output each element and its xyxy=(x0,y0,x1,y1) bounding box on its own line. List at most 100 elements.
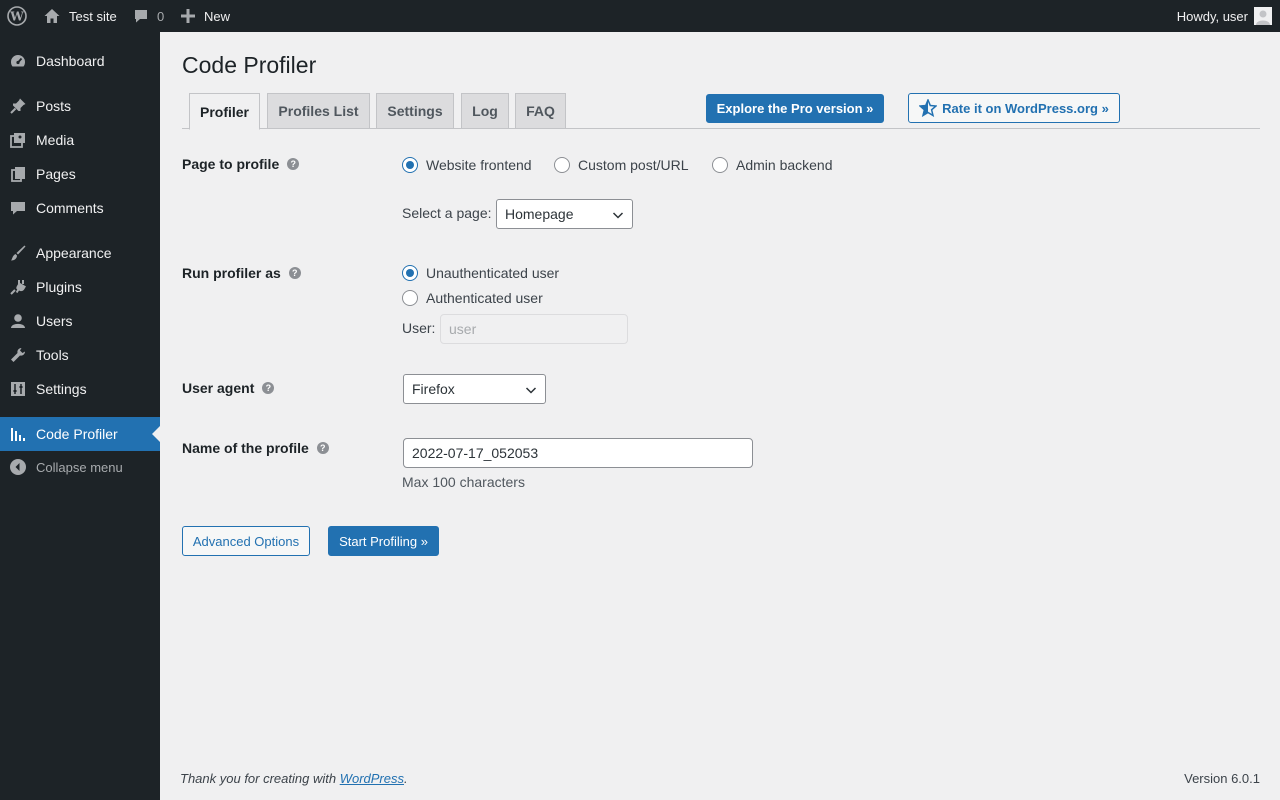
sidebar-item-label: Users xyxy=(36,313,73,329)
footer-thanks-suffix: . xyxy=(404,771,408,786)
user-icon xyxy=(8,311,28,331)
tab-faq[interactable]: FAQ xyxy=(515,93,566,129)
sidebar-item-settings[interactable]: Settings xyxy=(0,372,160,406)
start-profiling-button[interactable]: Start Profiling » xyxy=(328,526,439,556)
brush-icon xyxy=(8,243,28,263)
profile-name-label: Name of the profile ? xyxy=(182,440,329,456)
wordpress-logo-icon[interactable]: W xyxy=(7,0,27,32)
comments-link[interactable]: 0 xyxy=(133,0,164,32)
sidebar-item-comments[interactable]: Comments xyxy=(0,191,160,225)
sidebar-item-label: Dashboard xyxy=(36,53,105,69)
howdy-text: Howdy, user xyxy=(1176,8,1248,24)
radio-label: Authenticated user xyxy=(426,290,543,306)
chart-icon xyxy=(8,424,28,444)
radio-custom-post-url[interactable]: Custom post/URL xyxy=(554,157,688,173)
wordpress-link[interactable]: WordPress xyxy=(340,771,404,786)
chevron-down-icon xyxy=(612,208,624,224)
plug-icon xyxy=(8,277,28,297)
profile-name-input[interactable]: 2022-07-17_052053 xyxy=(403,438,753,468)
sidebar-item-label: Posts xyxy=(36,98,72,114)
sidebar-item-appearance[interactable]: Appearance xyxy=(0,236,160,270)
footer-thanks: Thank you for creating with WordPress. xyxy=(180,771,408,786)
sidebar-item-label: Appearance xyxy=(36,245,112,261)
home-icon xyxy=(43,7,61,25)
select-value: Homepage xyxy=(505,206,574,222)
sidebar-item-label: Tools xyxy=(36,347,69,363)
footer-thanks-prefix: Thank you for creating with xyxy=(180,771,340,786)
site-name: Test site xyxy=(69,8,117,24)
radio-circle xyxy=(712,157,728,173)
pages-icon xyxy=(8,164,28,184)
comment-icon xyxy=(133,8,149,24)
row-label-text: Run profiler as xyxy=(182,265,281,281)
radio-admin-backend[interactable]: Admin backend xyxy=(712,157,833,173)
user-field-label: User: xyxy=(402,320,436,336)
radio-authenticated-user[interactable]: Authenticated user xyxy=(402,290,543,306)
sidebar-item-label: Plugins xyxy=(36,279,82,295)
chevron-down-icon xyxy=(525,383,537,399)
footer-version: Version 6.0.1 xyxy=(1184,771,1260,786)
radio-website-frontend[interactable]: Website frontend xyxy=(402,157,532,173)
run-profiler-as-label: Run profiler as ? xyxy=(182,265,301,281)
tab-profiler[interactable]: Profiler xyxy=(189,93,260,130)
radio-unauthenticated-user[interactable]: Unauthenticated user xyxy=(402,265,559,281)
help-icon[interactable]: ? xyxy=(287,158,300,170)
my-account-link[interactable]: Howdy, user xyxy=(1177,0,1272,32)
select-page-label: Select a page: xyxy=(402,205,492,221)
sidebar-item-media[interactable]: Media xyxy=(0,123,160,157)
svg-text:W: W xyxy=(9,10,24,24)
radio-label: Website frontend xyxy=(426,157,532,173)
rate-button-label: Rate it on WordPress.org » xyxy=(942,100,1109,116)
sidebar-item-label: Media xyxy=(36,132,75,148)
new-content-link[interactable]: New xyxy=(181,0,230,32)
sidebar-item-pages[interactable]: Pages xyxy=(0,157,160,191)
sidebar-item-label: Comments xyxy=(36,200,104,216)
help-icon[interactable]: ? xyxy=(262,382,275,394)
radio-label: Admin backend xyxy=(736,157,833,173)
page-title: Code Profiler xyxy=(182,52,317,78)
radio-circle xyxy=(554,157,570,173)
admin-sidebar: Dashboard Posts Media Pages Comments App… xyxy=(0,32,160,800)
advanced-options-button[interactable]: Advanced Options xyxy=(182,526,310,556)
pin-icon xyxy=(8,96,28,116)
collapse-icon xyxy=(8,457,28,477)
site-name-link[interactable]: Test site xyxy=(43,0,117,32)
row-label-text: User agent xyxy=(182,380,255,396)
sidebar-item-users[interactable]: Users xyxy=(0,304,160,338)
admin-bar: W Test site 0 New Howdy, user xyxy=(0,0,1280,32)
sliders-icon xyxy=(8,379,28,399)
sidebar-item-label: Pages xyxy=(36,166,76,182)
tab-settings[interactable]: Settings xyxy=(376,93,454,129)
explore-pro-button[interactable]: Explore the Pro version » xyxy=(706,94,884,123)
plus-icon xyxy=(181,9,195,23)
comment-icon xyxy=(8,198,28,218)
collapse-menu-button[interactable]: Collapse menu xyxy=(0,450,160,484)
sidebar-item-code-profiler[interactable]: Code Profiler xyxy=(0,417,160,451)
wrench-icon xyxy=(8,345,28,365)
help-icon[interactable]: ? xyxy=(288,267,301,279)
sidebar-item-tools[interactable]: Tools xyxy=(0,338,160,372)
radio-circle xyxy=(402,157,418,173)
comments-count: 0 xyxy=(157,8,165,24)
radio-label: Custom post/URL xyxy=(578,157,689,173)
tab-log[interactable]: Log xyxy=(461,93,509,129)
new-label: New xyxy=(204,8,231,24)
user-agent-select[interactable]: Firefox xyxy=(403,374,546,404)
user-field[interactable]: user xyxy=(440,314,628,344)
avatar xyxy=(1254,7,1272,25)
collapse-menu-label: Collapse menu xyxy=(36,459,123,475)
sidebar-item-dashboard[interactable]: Dashboard xyxy=(0,44,160,78)
help-icon[interactable]: ? xyxy=(316,442,329,454)
user-agent-label: User agent ? xyxy=(182,380,275,396)
tab-profiles-list[interactable]: Profiles List xyxy=(267,93,370,129)
sidebar-item-label: Code Profiler xyxy=(36,426,118,442)
select-value: Firefox xyxy=(412,381,455,397)
radio-label: Unauthenticated user xyxy=(426,265,560,281)
row-label-text: Page to profile xyxy=(182,156,280,172)
select-page-dropdown[interactable]: Homepage xyxy=(496,199,633,229)
row-label-text: Name of the profile xyxy=(182,440,309,456)
sidebar-item-posts[interactable]: Posts xyxy=(0,89,160,123)
rate-plugin-button[interactable]: Rate it on WordPress.org » xyxy=(908,93,1120,123)
dashboard-icon xyxy=(8,51,28,71)
sidebar-item-plugins[interactable]: Plugins xyxy=(0,270,160,304)
